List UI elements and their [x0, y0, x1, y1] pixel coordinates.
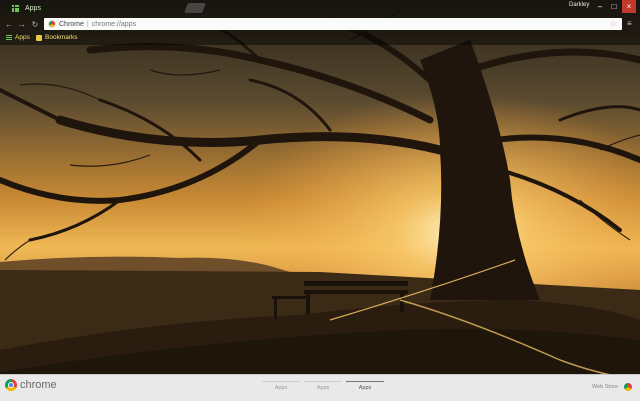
omnibox-separator: | [86, 20, 89, 28]
apps-grid-icon [6, 34, 12, 41]
reload-icon[interactable]: ↻ [30, 19, 40, 29]
bookmark-folder[interactable]: Bookmarks [36, 34, 78, 41]
title-bar: Apps Darkley – □ × [0, 0, 640, 16]
page-tab-1[interactable]: Apps [261, 385, 301, 391]
forward-icon[interactable]: → [17, 19, 27, 29]
web-store-link[interactable]: Web Store [592, 384, 618, 390]
maximize-icon[interactable]: □ [607, 0, 621, 13]
back-icon[interactable]: ← [4, 19, 14, 29]
bookmark-apps-label: Apps [15, 34, 30, 41]
apps-footer: chrome Apps Apps Apps Web Store [0, 374, 640, 401]
page-tab-3[interactable]: Apps [345, 385, 385, 391]
bookmark-folder-label: Bookmarks [45, 34, 78, 41]
menu-icon[interactable]: ≡ [627, 20, 635, 28]
page-indicator-active [346, 381, 384, 382]
profile-name[interactable]: Darkley [569, 2, 589, 8]
minimize-icon[interactable]: – [593, 0, 607, 13]
chrome-logo: chrome [5, 379, 57, 391]
new-tab-button[interactable] [184, 3, 206, 13]
page-indicator [304, 381, 342, 382]
bookmarks-bar: Apps Bookmarks [0, 32, 640, 45]
omnibox-url[interactable]: chrome://apps [92, 21, 136, 28]
omnibox-chip: Chrome [59, 20, 84, 28]
apps-grid-icon [12, 5, 19, 12]
page-tab-2[interactable]: Apps [303, 385, 343, 391]
chrome-logo-text: chrome [20, 379, 57, 391]
star-icon[interactable]: ☆ [610, 19, 617, 28]
tab-title: Apps [25, 5, 41, 12]
page-switcher: Apps Apps Apps [260, 379, 390, 395]
folder-icon [36, 34, 42, 41]
page-indicator [262, 381, 300, 382]
chrome-icon [5, 379, 17, 391]
web-store-icon[interactable] [624, 383, 632, 391]
close-icon[interactable]: × [622, 0, 636, 13]
tab-apps[interactable]: Apps [6, 1, 186, 16]
chrome-icon [48, 20, 56, 28]
omnibox[interactable]: Chrome | chrome://apps ☆ [44, 18, 622, 30]
wallpaper-tree-sunset [0, 0, 640, 400]
bookmark-apps[interactable]: Apps [6, 34, 30, 41]
